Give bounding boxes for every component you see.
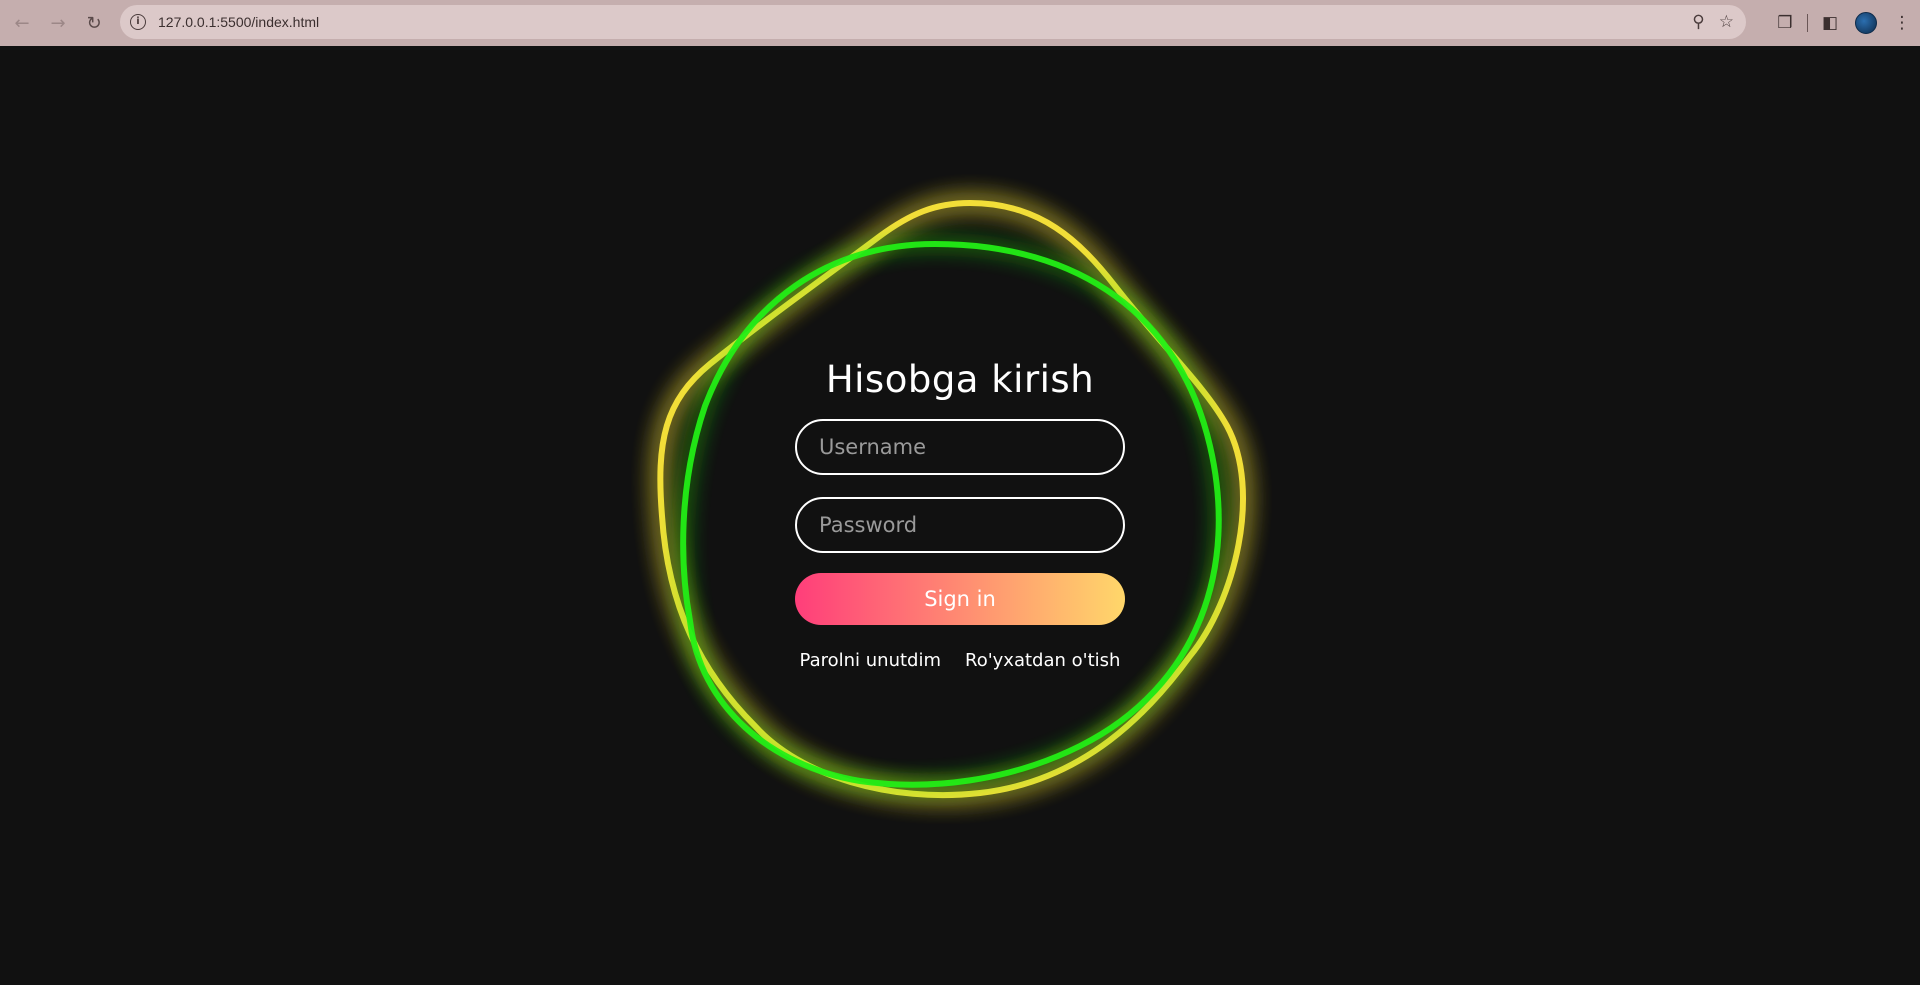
username-input[interactable]	[795, 419, 1125, 475]
arrow-left-icon: ←	[14, 12, 30, 34]
login-form: Hisobga kirish Sign in Parolni unutdim R…	[795, 358, 1125, 671]
side-panel-icon: ◧	[1821, 13, 1839, 33]
page-viewport: Hisobga kirish Sign in Parolni unutdim R…	[0, 46, 1920, 985]
reload-button[interactable]: ↻	[76, 5, 112, 41]
register-link[interactable]: Ro'yxatdan o'tish	[965, 650, 1120, 671]
forward-button[interactable]: →	[40, 5, 76, 41]
profile-button[interactable]	[1848, 5, 1884, 41]
toolbar-divider	[1807, 14, 1808, 32]
browser-toolbar: ← → ↻ i 127.0.0.1:5500/index.html ⚲ ☆ ❒ …	[0, 0, 1920, 46]
forgot-password-link[interactable]: Parolni unutdim	[800, 650, 941, 671]
password-input[interactable]	[795, 497, 1125, 553]
puzzle-icon: ❒	[1777, 13, 1793, 33]
side-panel-button[interactable]: ◧	[1812, 5, 1848, 41]
url-text[interactable]: 127.0.0.1:5500/index.html	[158, 14, 319, 30]
zoom-icon[interactable]: ⚲	[1692, 12, 1704, 32]
auth-links: Parolni unutdim Ro'yxatdan o'tish	[800, 650, 1121, 671]
extensions-button[interactable]: ❒	[1767, 5, 1803, 41]
kebab-menu-icon: ⋮	[1893, 13, 1911, 33]
back-button[interactable]: ←	[4, 5, 40, 41]
menu-button[interactable]: ⋮	[1884, 5, 1920, 41]
address-bar[interactable]: i 127.0.0.1:5500/index.html ⚲ ☆	[120, 5, 1746, 39]
info-icon[interactable]: i	[130, 14, 146, 30]
page-title: Hisobga kirish	[825, 358, 1095, 401]
avatar	[1855, 12, 1877, 34]
reload-icon: ↻	[86, 12, 102, 34]
sign-in-button[interactable]: Sign in	[795, 573, 1125, 625]
arrow-right-icon: →	[50, 12, 66, 34]
star-icon[interactable]: ☆	[1719, 12, 1734, 32]
